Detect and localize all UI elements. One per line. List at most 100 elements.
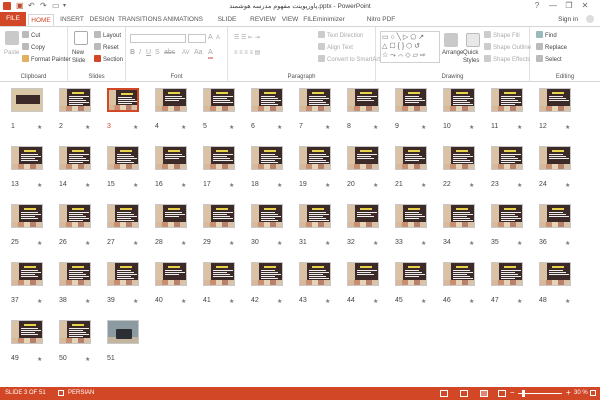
grow-font-icon[interactable]: A <box>208 34 213 42</box>
transition-star-icon[interactable]: ★ <box>469 298 474 305</box>
italic-icon[interactable]: I <box>139 49 141 57</box>
slide-thumbnail[interactable] <box>443 88 475 112</box>
transition-star-icon[interactable]: ★ <box>277 124 282 131</box>
transition-star-icon[interactable]: ★ <box>133 182 138 189</box>
tab-home[interactable]: HOME <box>28 14 54 26</box>
slide-thumbnail[interactable] <box>107 320 139 344</box>
slide-thumbnail[interactable] <box>347 262 379 286</box>
transition-star-icon[interactable]: ★ <box>373 124 378 131</box>
zoom-level[interactable]: 30 % <box>574 390 588 397</box>
change-case-icon[interactable]: Aa <box>194 49 203 57</box>
spelling-icon[interactable] <box>58 390 64 396</box>
slide-thumbnail[interactable] <box>539 204 571 228</box>
slide-thumbnail[interactable] <box>491 88 523 112</box>
transition-star-icon[interactable]: ★ <box>373 182 378 189</box>
notes-view-icon[interactable] <box>440 390 448 397</box>
arrange-button[interactable]: Arrange <box>442 49 463 57</box>
transition-star-icon[interactable]: ★ <box>469 124 474 131</box>
new-slide-icon[interactable] <box>74 31 88 45</box>
tab-animations[interactable]: ANIMATIONS <box>163 14 203 26</box>
layout-button[interactable]: Layout <box>94 31 121 40</box>
transition-star-icon[interactable]: ★ <box>325 124 330 131</box>
zoom-out-button[interactable]: − <box>510 389 515 397</box>
slide-thumbnail[interactable] <box>59 204 91 228</box>
reset-button[interactable]: Reset <box>94 43 119 52</box>
bold-icon[interactable]: B <box>130 49 135 57</box>
align-icons[interactable]: ≡ ≡ ≡ ≡ ▤ <box>234 49 260 57</box>
select-button[interactable]: Select <box>536 55 562 64</box>
restore-button[interactable]: ❐ <box>562 1 576 11</box>
transition-star-icon[interactable]: ★ <box>37 240 42 247</box>
slide-thumbnail[interactable] <box>251 204 283 228</box>
strikethrough-icon[interactable]: abc <box>164 49 175 57</box>
slide-thumbnail[interactable] <box>443 204 475 228</box>
text-direction-button[interactable]: Text Direction <box>318 31 363 40</box>
slide-thumbnail[interactable] <box>59 262 91 286</box>
transition-star-icon[interactable]: ★ <box>325 298 330 305</box>
transition-star-icon[interactable]: ★ <box>517 182 522 189</box>
slide-thumbnail[interactable] <box>11 262 43 286</box>
transition-star-icon[interactable]: ★ <box>181 298 186 305</box>
paste-icon[interactable] <box>5 31 19 45</box>
convert-smartart-button[interactable]: Convert to SmartArt <box>318 55 380 64</box>
transition-star-icon[interactable]: ★ <box>85 124 90 131</box>
transition-star-icon[interactable]: ★ <box>85 182 90 189</box>
font-family-input[interactable] <box>130 34 186 43</box>
transition-star-icon[interactable]: ★ <box>421 240 426 247</box>
arrange-icon[interactable] <box>444 33 458 47</box>
tab-slide-show[interactable]: SLIDE SHOW <box>208 14 246 35</box>
transition-star-icon[interactable]: ★ <box>277 240 282 247</box>
slide-thumbnail[interactable] <box>299 88 331 112</box>
transition-star-icon[interactable]: ★ <box>325 182 330 189</box>
slide-thumbnail[interactable] <box>539 262 571 286</box>
slide-thumbnail[interactable] <box>539 88 571 112</box>
shape-fill-button[interactable]: Shape Fill <box>484 31 520 40</box>
transition-star-icon[interactable]: ★ <box>373 240 378 247</box>
tab-view[interactable]: VIEW <box>280 14 300 26</box>
slide-thumbnail[interactable] <box>539 146 571 170</box>
font-color-icon[interactable]: A <box>208 49 213 59</box>
slide-thumbnail[interactable] <box>11 146 43 170</box>
transition-star-icon[interactable]: ★ <box>517 124 522 131</box>
format-painter-button[interactable]: Format Painter <box>22 55 71 64</box>
transition-star-icon[interactable]: ★ <box>37 124 42 131</box>
tab-transitions[interactable]: TRANSITIONS <box>118 14 162 26</box>
transition-star-icon[interactable]: ★ <box>421 182 426 189</box>
slide-thumbnail[interactable] <box>203 262 235 286</box>
slide-thumbnail[interactable] <box>299 204 331 228</box>
tab-insert[interactable]: INSERT <box>58 14 86 26</box>
slide-thumbnail[interactable] <box>395 88 427 112</box>
normal-view-icon[interactable] <box>460 390 468 397</box>
slide-thumbnail[interactable] <box>443 262 475 286</box>
transition-star-icon[interactable]: ★ <box>229 298 234 305</box>
transition-star-icon[interactable]: ★ <box>37 298 42 305</box>
shapes-gallery[interactable]: ▭ ○ ╲ ▷ ⬠ ↗ △ ☐ { } ⬡ ↺ ☆ ⤳ ⌒ ◇ ▱ ⇨ <box>380 31 440 63</box>
transition-star-icon[interactable]: ★ <box>133 240 138 247</box>
transition-star-icon[interactable]: ★ <box>277 182 282 189</box>
slide-thumbnail[interactable] <box>59 146 91 170</box>
character-spacing-icon[interactable]: AV <box>182 49 190 57</box>
slide-thumbnail[interactable] <box>59 88 91 112</box>
avatar[interactable] <box>586 15 594 23</box>
slide-thumbnail[interactable] <box>11 204 43 228</box>
transition-star-icon[interactable]: ★ <box>565 240 570 247</box>
align-text-button[interactable]: Align Text <box>318 43 353 52</box>
transition-star-icon[interactable]: ★ <box>85 356 90 363</box>
tab-file[interactable]: FILE <box>0 12 26 26</box>
shape-effects-button[interactable]: Shape Effects <box>484 55 530 64</box>
transition-star-icon[interactable]: ★ <box>277 298 282 305</box>
transition-star-icon[interactable]: ★ <box>37 356 42 363</box>
underline-icon[interactable]: U <box>146 49 151 57</box>
shadow-icon[interactable]: S <box>155 49 160 57</box>
slide-thumbnail[interactable] <box>107 262 139 286</box>
help-button[interactable]: ? <box>530 1 544 11</box>
tab-fileminimizer[interactable]: FILEminimizer <box>303 14 345 26</box>
quick-styles-icon[interactable] <box>466 33 480 47</box>
slide-thumbnail[interactable] <box>395 262 427 286</box>
quick-styles-button[interactable]: Quick Styles <box>463 49 483 65</box>
slide-thumbnail[interactable] <box>11 88 43 112</box>
transition-star-icon[interactable]: ★ <box>181 124 186 131</box>
new-slide-button[interactable]: New Slide <box>72 49 94 65</box>
transition-star-icon[interactable]: ★ <box>133 124 138 131</box>
slide-thumbnail[interactable] <box>299 146 331 170</box>
